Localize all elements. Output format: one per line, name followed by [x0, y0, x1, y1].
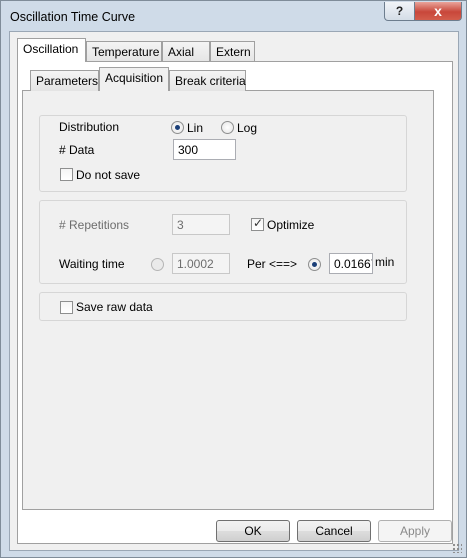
resize-grip-icon[interactable]: [452, 543, 462, 553]
repetitions-label: # Repetitions: [59, 218, 130, 232]
apply-button[interactable]: Apply: [378, 520, 452, 542]
tab-acquisition[interactable]: Acquisition: [99, 67, 169, 91]
dialog-client-area: Oscillation Temperature Axial Extern Par…: [9, 31, 459, 551]
tab-break-criteria[interactable]: Break criteria: [169, 70, 246, 91]
do-not-save-label[interactable]: Do not save: [76, 168, 140, 182]
min-value-input[interactable]: 0.01667: [329, 253, 373, 274]
tab-extern[interactable]: Extern: [210, 41, 255, 62]
min-radio[interactable]: [308, 258, 321, 271]
do-not-save-checkbox[interactable]: [60, 168, 73, 181]
dialog-window: Oscillation Time Curve ? x Oscillation T…: [0, 0, 467, 558]
tab-parameters[interactable]: Parameters: [30, 70, 99, 91]
log-label[interactable]: Log: [237, 121, 257, 135]
title-bar[interactable]: Oscillation Time Curve ? x: [1, 1, 466, 31]
repetitions-input[interactable]: 3: [172, 214, 230, 235]
distribution-group: Distribution Lin Log # Data 300 Do not s…: [39, 115, 407, 192]
window-title: Oscillation Time Curve: [10, 10, 136, 24]
log-radio[interactable]: [221, 121, 234, 134]
tab-temperature[interactable]: Temperature: [86, 41, 162, 62]
per-value-input[interactable]: 1.0002: [172, 253, 230, 274]
repetitions-group: # Repetitions 3 Optimize Waiting time 1.…: [39, 200, 407, 284]
per-label: Per <==>: [247, 257, 298, 271]
distribution-label: Distribution: [59, 120, 120, 134]
tab-oscillation[interactable]: Oscillation: [17, 38, 86, 62]
waiting-time-label: Waiting time: [59, 257, 125, 271]
save-raw-data-checkbox[interactable]: [60, 301, 73, 314]
save-raw-data-group: Save raw data: [39, 292, 407, 321]
help-button[interactable]: ?: [384, 2, 415, 21]
save-raw-data-label[interactable]: Save raw data: [76, 300, 153, 314]
optimize-label[interactable]: Optimize: [267, 218, 314, 232]
data-count-input[interactable]: 300: [173, 139, 236, 160]
lin-radio[interactable]: [171, 121, 184, 134]
optimize-checkbox[interactable]: [251, 216, 264, 231]
lin-label[interactable]: Lin: [187, 121, 203, 135]
min-unit-label: min: [375, 255, 395, 269]
cancel-button[interactable]: Cancel: [297, 520, 371, 542]
per-radio[interactable]: [151, 258, 164, 271]
tab-axial[interactable]: Axial: [162, 41, 210, 62]
ok-button[interactable]: OK: [216, 520, 290, 542]
data-count-label: # Data: [59, 143, 95, 157]
close-button[interactable]: x: [415, 2, 462, 21]
